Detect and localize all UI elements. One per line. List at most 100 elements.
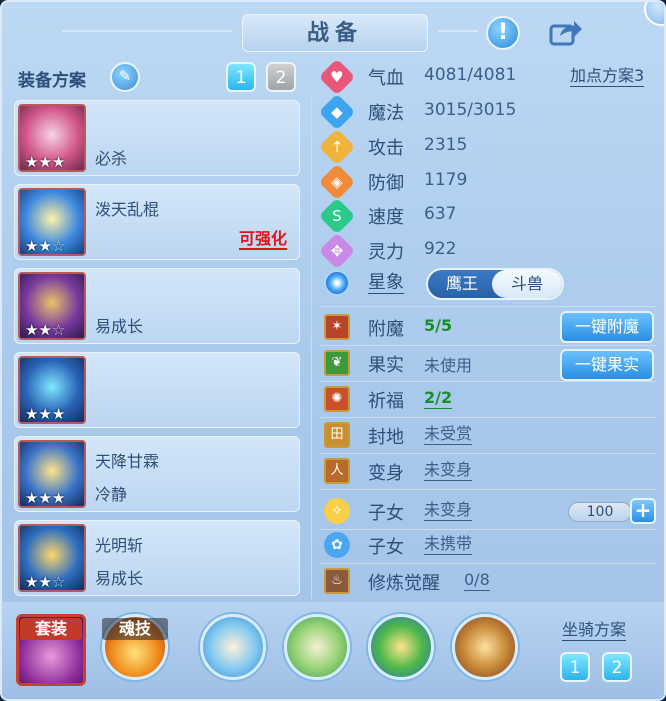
upgrade-available-link[interactable]: 可强化: [238, 229, 287, 250]
sword-icon: ↑: [318, 128, 356, 166]
equipment-skill-name: 光明斩: [95, 536, 144, 555]
fist-skill-icon[interactable]: [200, 614, 266, 680]
row-value[interactable]: 未变身: [424, 460, 473, 481]
equipment-skill-name: 天降甘霖: [95, 452, 160, 471]
row-value[interactable]: 0/8: [464, 570, 490, 591]
help-icon[interactable]: !: [486, 16, 520, 50]
blessing-icon: ✺: [324, 386, 350, 412]
cultivation-icon: ♨: [324, 568, 350, 594]
title-ornament-left: [62, 30, 232, 32]
equipment-skill-name: 泼天乱棍: [95, 200, 160, 219]
attribute-plan-link[interactable]: 加点方案3: [570, 66, 645, 87]
stat-label: 攻击: [368, 138, 404, 159]
equipment-card[interactable]: ★★☆ 光明斩 易成长: [14, 520, 300, 596]
row-divider: [320, 453, 656, 454]
row-label: 变身: [368, 463, 404, 484]
fruit-icon: ❦: [324, 350, 350, 376]
share-icon[interactable]: [548, 18, 584, 48]
equipment-scheme-label: 装备方案: [18, 71, 86, 91]
scheme-button-2[interactable]: 2: [266, 62, 296, 92]
plus-button[interactable]: +: [630, 498, 656, 524]
row-divider: [320, 563, 656, 564]
stat-value: 922: [424, 239, 457, 259]
row-divider: [320, 381, 656, 382]
column-divider: [311, 94, 312, 599]
row-label: 子女: [368, 503, 404, 524]
row-label: 子女: [368, 537, 404, 558]
enchant-all-button[interactable]: 一键附魔: [560, 311, 654, 343]
row-divider: [320, 489, 656, 490]
equipment-card[interactable]: ★★☆ 易成长: [14, 268, 300, 344]
stat-label: 气血: [368, 68, 404, 89]
monkey-skill-icon[interactable]: [452, 614, 518, 680]
set-label: 套装: [20, 618, 82, 640]
row-divider: [320, 345, 656, 346]
mount-plan-label[interactable]: 坐骑方案: [562, 620, 627, 641]
close-button[interactable]: [644, 2, 664, 26]
transform-icon: 人: [324, 458, 350, 484]
heart-icon: ♥: [318, 58, 356, 96]
equipment-stars: ★★☆: [25, 573, 66, 591]
equipment-stars: ★★☆: [25, 237, 66, 255]
stat-label: 灵力: [368, 242, 404, 263]
row-value: 未使用: [424, 356, 473, 375]
equipment-trait: 易成长: [95, 317, 144, 336]
row-value[interactable]: 未受赏: [424, 424, 473, 445]
shield-icon: ◈: [318, 163, 356, 201]
equipment-card[interactable]: ★★★: [14, 352, 300, 428]
mana-icon: ◆: [318, 93, 356, 131]
row-label: 果实: [368, 355, 404, 376]
quantity-value: 100: [568, 502, 632, 522]
row-label: 修炼觉醒: [368, 573, 440, 594]
row-divider: [320, 529, 656, 530]
equipment-stars: ★★☆: [25, 321, 66, 339]
mount-plan-button-2[interactable]: 2: [602, 652, 632, 682]
scheme-button-1[interactable]: 1: [226, 62, 256, 92]
soul-skill-label: 魂技: [102, 618, 168, 640]
enchant-icon: ✶: [324, 314, 350, 340]
leaf-skill-icon[interactable]: [284, 614, 350, 680]
row-label: 祈福: [368, 391, 404, 412]
star-sign-option-beast[interactable]: 斗兽: [492, 270, 562, 298]
equipment-stars: ★★★: [25, 405, 66, 423]
equipment-trait: 冷静: [95, 485, 128, 504]
card-divider: [95, 559, 287, 560]
speed-icon: S: [318, 197, 356, 235]
fruit-all-button[interactable]: 一键果实: [560, 349, 654, 381]
card-divider: [95, 307, 287, 308]
page-title: 战备: [242, 14, 428, 52]
stat-value: 4081/4081: [424, 65, 517, 85]
mount-plan-button-1[interactable]: 1: [560, 652, 590, 682]
row-value[interactable]: 未变身: [424, 500, 473, 521]
equipment-stars: ★★★: [25, 153, 66, 171]
stat-label: 防御: [368, 173, 404, 194]
card-divider: [95, 223, 287, 224]
star-sign-toggle[interactable]: 鹰王 斗兽: [426, 268, 564, 300]
row-value: 5/5: [424, 316, 453, 335]
star-sign-option-eagle[interactable]: 鹰王: [430, 270, 494, 298]
stat-value: 2315: [424, 135, 468, 155]
child-icon: ✧: [324, 498, 350, 524]
star-sign-label[interactable]: 星象: [368, 272, 404, 294]
title-ornament-right: [438, 30, 478, 32]
equipment-stars: ★★★: [25, 489, 66, 507]
row-divider: [320, 417, 656, 418]
stat-label: 速度: [368, 207, 404, 228]
section-divider: [320, 306, 656, 307]
edit-icon[interactable]: ✎: [110, 62, 140, 92]
row-value[interactable]: 未携带: [424, 534, 473, 555]
card-divider: [95, 475, 287, 476]
stat-value: 3015/3015: [424, 100, 517, 120]
equipment-card[interactable]: ★★☆ 泼天乱棍可强化: [14, 184, 300, 260]
stat-value: 1179: [424, 170, 468, 190]
row-label: 封地: [368, 427, 404, 448]
fief-icon: 田: [324, 422, 350, 448]
frog-skill-icon[interactable]: [368, 614, 434, 680]
row-label: 附魔: [368, 319, 404, 340]
row-value[interactable]: 2/2: [424, 388, 453, 409]
paw-icon: ✿: [324, 532, 350, 558]
card-divider: [95, 139, 287, 140]
equipment-card[interactable]: ★★★ 天降甘霖冷静: [14, 436, 300, 512]
equipment-card[interactable]: ★★★ 必杀: [14, 100, 300, 176]
star-sign-icon: [324, 270, 350, 296]
